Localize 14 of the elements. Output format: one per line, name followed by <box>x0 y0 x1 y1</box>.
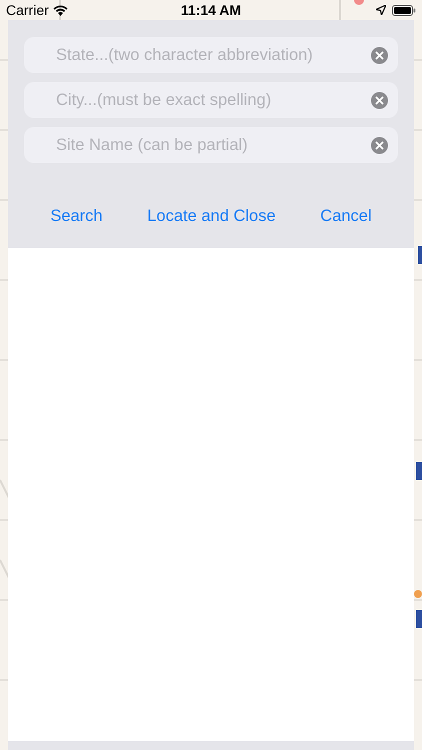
carrier-name: Carrier <box>6 2 49 18</box>
search-button[interactable]: Search <box>44 203 109 230</box>
battery-icon <box>392 4 416 16</box>
location-arrow-icon <box>376 5 386 15</box>
cancel-button[interactable]: Cancel <box>314 203 378 230</box>
locate-and-close-button[interactable]: Locate and Close <box>141 203 282 230</box>
clear-icon[interactable] <box>371 46 388 64</box>
wifi-icon <box>52 4 68 16</box>
clock-time: 11:14 AM <box>180 2 242 18</box>
clear-icon[interactable] <box>371 136 388 154</box>
search-field[interactable]: Site Name (can be partial) <box>24 127 398 163</box>
search-field[interactable]: State...(two character abbreviation) <box>24 37 398 73</box>
clear-icon[interactable] <box>371 92 388 108</box>
search-field[interactable]: City...(must be exact spelling) <box>24 82 398 118</box>
